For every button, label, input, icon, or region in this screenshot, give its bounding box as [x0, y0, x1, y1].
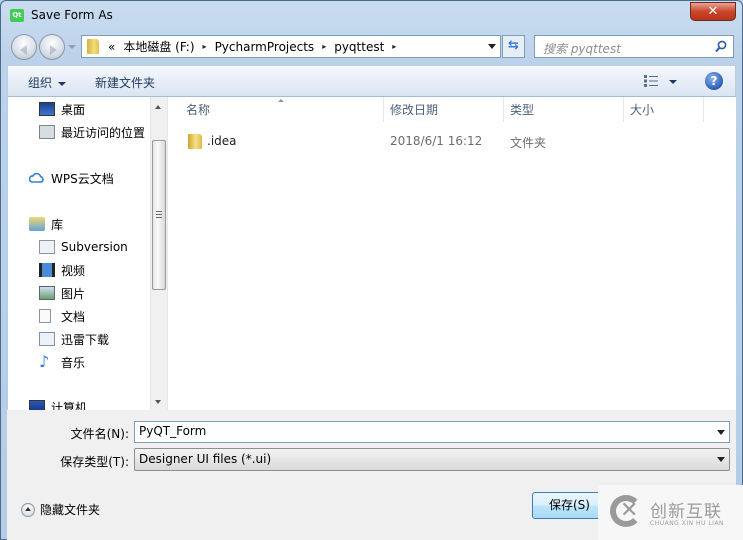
scroll-up-icon[interactable]: [155, 105, 161, 109]
forward-button[interactable]: [39, 34, 65, 60]
watermark-subtext: CHUANG XIN HU LIAN: [650, 520, 725, 527]
file-modified: 2018/6/1 16:12: [390, 134, 483, 148]
sidebar-item-computer[interactable]: 计算机: [29, 397, 87, 410]
folder-icon: [87, 39, 99, 54]
breadcrumb-separator-icon[interactable]: ▸: [392, 42, 396, 51]
sidebar-item-thunder-downloads[interactable]: 迅雷下载: [39, 329, 109, 349]
organize-label: 组织: [28, 76, 53, 90]
hide-folders-label: 隐藏文件夹: [40, 503, 101, 517]
breadcrumb-overflow[interactable]: «: [108, 40, 115, 54]
organize-menu[interactable]: 组织: [28, 74, 67, 91]
sidebar-item-label: 桌面: [61, 102, 86, 117]
collapse-icon: [21, 502, 35, 517]
recent-locations-dropdown[interactable]: [68, 45, 76, 49]
file-row[interactable]: .idea 2018/6/1 16:12 文件夹: [168, 131, 736, 151]
sidebar-item-label: 视频: [61, 263, 86, 278]
document-library-icon: [39, 240, 55, 254]
breadcrumb-pyqttest[interactable]: pyqttest: [334, 40, 384, 54]
watermark-text: 创新互联: [650, 502, 722, 522]
qt-app-icon: Qt: [10, 9, 24, 22]
save-button[interactable]: 保存(S): [532, 492, 607, 519]
filetype-value: Designer UI files (*.ui): [139, 452, 272, 466]
computer-icon: [29, 400, 45, 410]
chevron-down-icon[interactable]: [717, 430, 725, 435]
sidebar-item-label: 迅雷下载: [61, 332, 110, 347]
view-options-icon[interactable]: [644, 75, 658, 87]
grip-icon: [156, 211, 162, 218]
sidebar-item-wps-cloud[interactable]: WPS云文档: [29, 168, 114, 188]
view-options-dropdown[interactable]: [669, 80, 677, 84]
filename-value: PyQT_Form: [139, 424, 207, 438]
sidebar-item-label: 文档: [61, 309, 86, 324]
column-header-modified[interactable]: 修改日期: [384, 97, 504, 122]
column-header-label: 名称: [186, 103, 211, 117]
sort-ascending-icon: [278, 99, 284, 102]
breadcrumb-local-disk[interactable]: 本地磁盘 (F:): [123, 38, 194, 55]
search-icon[interactable]: [715, 40, 727, 53]
watermark-x-icon: ✕: [620, 498, 639, 523]
sidebar-item-label: 计算机: [51, 400, 88, 411]
column-header-name[interactable]: 名称: [168, 97, 384, 122]
sidebar-item-music[interactable]: ♪ 音乐: [39, 352, 85, 372]
address-bar[interactable]: « 本地磁盘 (F:) ▸ PycharmProjects ▸ pyqttest…: [81, 35, 501, 58]
new-folder-button[interactable]: 新建文件夹: [95, 74, 155, 91]
sidebar-item-label: 图片: [61, 286, 86, 301]
sidebar-item-libraries[interactable]: 库: [29, 214, 63, 234]
back-button[interactable]: [11, 34, 37, 60]
filetype-select[interactable]: Designer UI files (*.ui): [134, 448, 730, 471]
title-bar: Qt Save Form As ✕: [1, 1, 742, 31]
command-bar: 组织 新建文件夹 ?: [7, 65, 736, 97]
close-button[interactable]: ✕: [690, 2, 736, 21]
sidebar-item-label: 最近访问的位置: [61, 125, 146, 140]
breadcrumb-separator-icon[interactable]: ▸: [322, 42, 326, 51]
scrollbar-thumb[interactable]: [152, 140, 166, 290]
column-header-size[interactable]: 大小: [624, 97, 704, 122]
sidebar-item-label: 音乐: [61, 355, 86, 370]
save-dialog: Qt Save Form As ✕ « 本地磁盘 (F:) ▸ PycharmP…: [0, 0, 743, 540]
hide-folders-toggle[interactable]: 隐藏文件夹: [21, 501, 100, 518]
watermark: ✕ 创新互联 CHUANG XIN HU LIAN: [598, 485, 743, 540]
download-library-icon: [39, 332, 55, 346]
filename-input[interactable]: PyQT_Form: [134, 421, 730, 443]
documents-icon: [39, 309, 51, 323]
search-input[interactable]: 搜索 pyqttest: [534, 35, 734, 58]
breadcrumb-separator-icon[interactable]: ▸: [203, 42, 207, 51]
filetype-label: 保存类型(T):: [60, 455, 129, 469]
sidebar-item-label: WPS云文档: [51, 171, 114, 186]
desktop-icon: [39, 102, 55, 116]
library-icon: [29, 217, 45, 231]
file-list: 名称 修改日期 类型 大小 .idea 2018/6/1 16:12 文件夹: [167, 97, 736, 410]
address-dropdown-icon[interactable]: [488, 44, 496, 49]
breadcrumb-pycharmprojects[interactable]: PycharmProjects: [215, 40, 315, 54]
cloud-icon: [29, 172, 44, 183]
search-placeholder: 搜索 pyqttest: [543, 42, 621, 56]
sidebar-item-label: 库: [51, 217, 64, 232]
nav-pane-scrollbar[interactable]: [150, 97, 167, 410]
sidebar-item-videos[interactable]: 视频: [39, 260, 85, 280]
window-title: Save Form As: [31, 8, 113, 22]
sidebar-item-desktop[interactable]: 桌面: [39, 99, 85, 119]
recent-places-icon: [39, 125, 55, 139]
chevron-down-icon: [717, 457, 725, 462]
sidebar-item-documents[interactable]: 文档: [39, 306, 85, 326]
filename-label: 文件名(N):: [70, 427, 129, 441]
column-header-type[interactable]: 类型: [504, 97, 624, 122]
folder-icon: [188, 134, 202, 149]
pictures-icon: [39, 286, 55, 300]
scroll-down-icon[interactable]: [155, 400, 161, 404]
chevron-down-icon: [58, 81, 67, 86]
sidebar-item-recent-places[interactable]: 最近访问的位置: [39, 122, 145, 142]
help-icon[interactable]: ?: [705, 72, 723, 90]
file-name: .idea: [207, 134, 237, 148]
sidebar-item-label: Subversion: [61, 240, 128, 254]
file-type: 文件夹: [510, 136, 547, 150]
refresh-button[interactable]: ⇆: [502, 35, 525, 58]
sidebar-item-pictures[interactable]: 图片: [39, 283, 85, 303]
navigation-pane: 桌面 最近访问的位置 WPS云文档 库 Subversion 视频 图片 文档: [7, 97, 167, 410]
sidebar-item-subversion[interactable]: Subversion: [39, 237, 128, 257]
video-icon: [39, 263, 55, 277]
music-icon: ♪: [39, 352, 50, 371]
